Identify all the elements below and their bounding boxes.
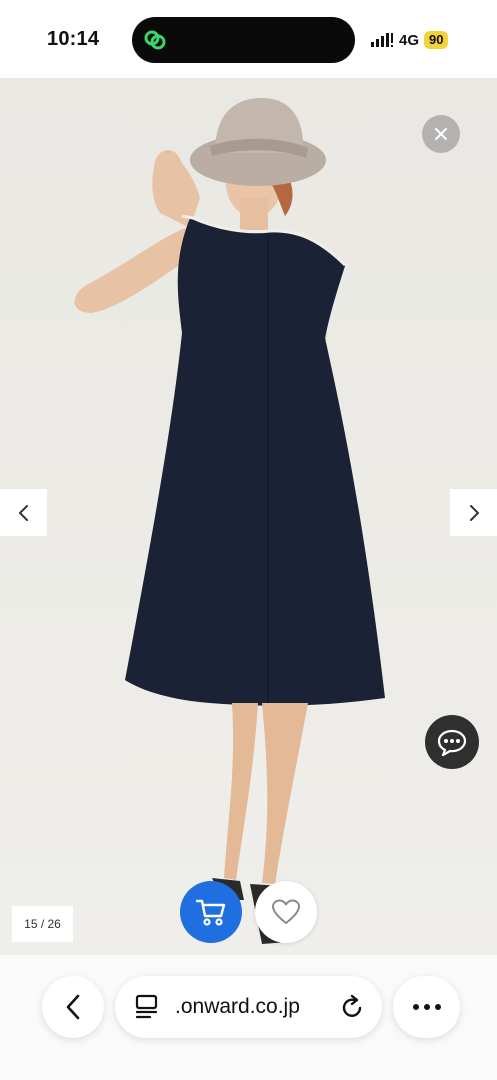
status-time: 10:14	[47, 28, 100, 50]
next-image-button[interactable]	[450, 489, 497, 536]
battery-badge: 90	[424, 31, 449, 49]
close-button[interactable]	[422, 115, 460, 153]
chat-bubble-icon	[437, 729, 467, 756]
back-arrow-icon	[66, 994, 80, 1020]
browser-toolbar: .onward.co.jp	[0, 955, 497, 1080]
product-photo	[0, 78, 497, 955]
url-text[interactable]: .onward.co.jp	[175, 995, 300, 1019]
heart-icon	[272, 899, 300, 924]
status-indicators: 4G 90	[370, 30, 449, 50]
link-app-icon	[144, 30, 166, 50]
more-dots-icon	[412, 1004, 441, 1010]
image-counter: 15 / 26	[12, 906, 73, 942]
close-icon	[435, 128, 447, 140]
back-button[interactable]	[42, 976, 104, 1038]
add-to-cart-button[interactable]	[180, 881, 242, 943]
favorite-button[interactable]	[255, 881, 317, 943]
reload-icon[interactable]	[339, 994, 365, 1020]
address-bar[interactable]: .onward.co.jp	[115, 976, 382, 1038]
reader-mode-icon[interactable]	[134, 993, 162, 1021]
product-image-viewer[interactable]: 15 / 26	[0, 78, 497, 955]
previous-image-button[interactable]	[0, 489, 47, 536]
status-bar: 10:14 4G 90	[0, 0, 497, 78]
chevron-left-icon	[18, 504, 28, 521]
cart-icon	[195, 899, 226, 926]
chevron-right-icon	[469, 504, 479, 521]
more-button[interactable]	[393, 976, 460, 1038]
cellular-signal-icon	[371, 33, 393, 47]
network-label: 4G	[399, 31, 420, 49]
dynamic-island	[132, 17, 355, 63]
chat-button[interactable]	[425, 715, 479, 769]
